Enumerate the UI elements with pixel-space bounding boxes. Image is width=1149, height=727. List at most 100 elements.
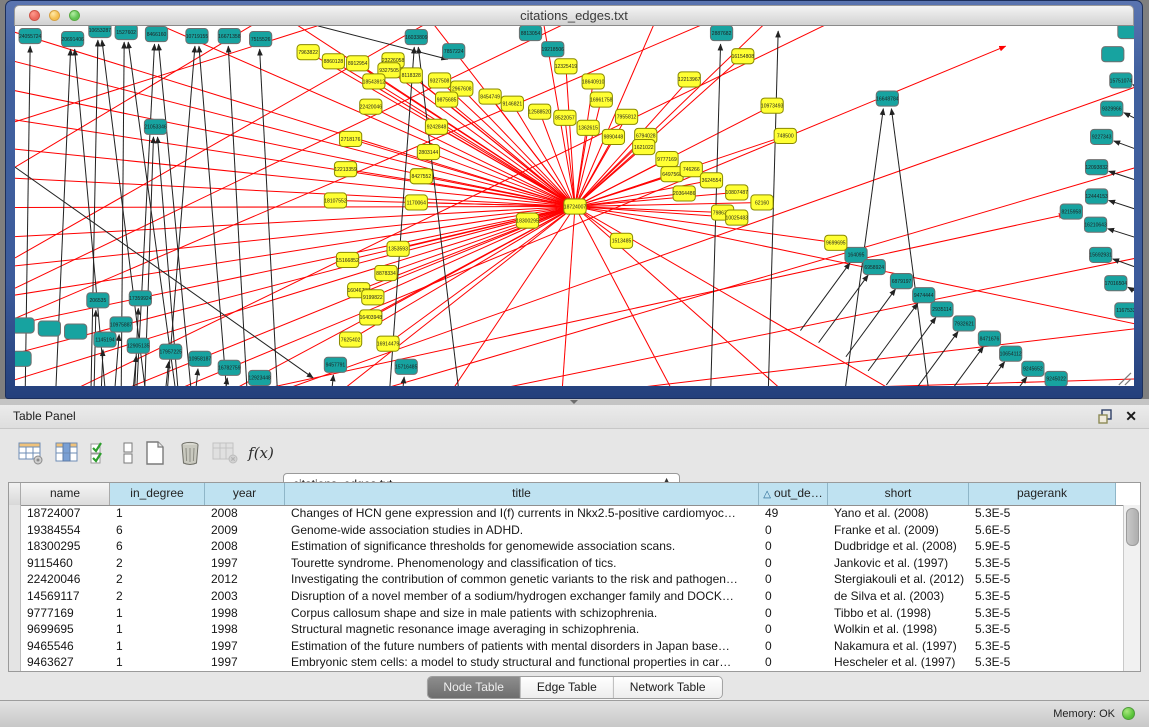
column-header-name[interactable]: name [21,483,110,505]
graph-node[interactable]: 8427552 [410,169,432,184]
graph-node[interactable]: 9227343 [1091,129,1113,144]
graph-node[interactable]: 9327508 [428,73,450,88]
graph-node[interactable]: 22420046 [360,99,383,114]
table-row[interactable]: 1456911722003Disruption of a novel membe… [9,588,1124,605]
graph-node[interactable]: 1167533 [1115,303,1134,318]
graph-node[interactable]: 20691406 [61,32,84,47]
graph-node[interactable]: 10973493 [761,98,784,113]
graph-node[interactable]: 2935114 [931,302,953,317]
graph-node[interactable]: 7932621 [953,316,975,331]
graph-node[interactable]: 1513485 [610,233,632,248]
select-columns-icon[interactable] [85,437,115,469]
network-window-titlebar[interactable]: citations_edges.txt [14,5,1134,26]
graph-node[interactable]: 10025483 [726,210,749,225]
graph-node[interactable]: 1621022 [633,139,655,154]
graph-node[interactable]: 9699695 [825,235,847,250]
graph-node[interactable]: 2718176 [339,131,361,146]
vertical-scrollbar[interactable] [1123,505,1140,671]
column-header-pagerank[interactable]: pagerank [969,483,1116,505]
scrollbar-thumb[interactable] [1126,508,1139,546]
graph-node[interactable]: 6879197 [890,274,912,289]
graph-node[interactable]: 16671358 [218,29,241,44]
graph-node[interactable]: 748500 [774,128,796,143]
splitter-handle-icon[interactable] [570,400,578,404]
tab-node-table[interactable]: Node Table [427,677,521,698]
graph-node[interactable]: 8454749 [479,89,501,104]
graph-node[interactable]: 8215958 [1060,204,1082,219]
table-row[interactable]: 2242004622012Investigating the contribut… [9,571,1124,588]
tab-network-table[interactable]: Network Table [614,677,722,698]
graph-node[interactable]: 16033809 [405,30,428,45]
table-row[interactable]: 1938455462009Genome-wide association stu… [9,522,1124,539]
graph-node[interactable]: 12588520 [528,104,551,119]
graph-node[interactable] [15,318,34,333]
graph-node[interactable]: 15692931 [1089,247,1112,262]
row-height-icon[interactable] [113,437,143,469]
citation-graph[interactable]: 2405572420691406106532871527602846616010… [15,26,1134,386]
graph-node[interactable] [1118,26,1134,39]
new-column-icon[interactable] [140,437,170,469]
column-header-short[interactable]: short [828,483,969,505]
graph-node[interactable]: 1362615 [577,120,599,135]
graph-node[interactable]: 10975887 [110,317,133,332]
graph-node[interactable]: 7515526 [250,32,272,47]
graph-node[interactable]: 12213967 [678,72,701,87]
graph-node[interactable]: 10653287 [89,26,112,38]
table-row[interactable]: 946554611997Estimation of the future num… [9,638,1124,655]
delete-column-icon[interactable] [175,437,205,469]
graph-node[interactable]: 8813054 [519,26,541,41]
function-builder-icon[interactable]: f(x) [246,437,276,469]
graph-node[interactable]: 9875685 [436,92,458,107]
graph-node[interactable]: 7625402 [339,332,361,347]
graph-node[interactable]: 17359924 [129,291,152,306]
graph-node[interactable]: 12213359 [334,162,357,177]
graph-node[interactable]: 9199822 [362,290,384,305]
table-row[interactable]: 946362711997Embryonic stem cells: a mode… [9,654,1124,671]
graph-node[interactable]: 8912954 [347,56,369,71]
graph-node[interactable]: 1170064 [405,195,427,210]
graph-node[interactable]: 15166852 [336,252,359,267]
graph-node[interactable]: 2887682 [710,26,732,41]
graph-node[interactable]: 8860128 [322,54,344,69]
graph-node[interactable]: 9146821 [501,96,523,111]
graph-node[interactable]: 10958187 [189,351,212,366]
table-row[interactable]: 977716911998Corpus callosum shape and si… [9,605,1124,622]
table-mode-icon[interactable] [16,437,46,469]
column-header-title[interactable]: title [285,483,759,505]
graph-node[interactable]: 12444153 [1085,189,1108,204]
graph-node[interactable]: 8471676 [978,331,1000,346]
graph-node[interactable]: 19218506 [542,42,565,57]
column-header-year[interactable]: year [205,483,285,505]
graph-node[interactable]: 15751074 [1110,73,1133,88]
graph-node[interactable] [15,351,31,366]
tab-edge-table[interactable]: Edge Table [521,677,614,698]
graph-node[interactable]: 2803144 [417,144,439,159]
graph-node[interactable]: 1145194 [94,332,116,347]
graph-node[interactable]: 24055724 [19,29,42,44]
graph-node[interactable]: 8878334 [375,265,397,280]
graph-node[interactable]: 9474444 [913,288,935,303]
graph-node[interactable]: 20364486 [673,186,696,201]
graph-node[interactable]: 8522057 [554,110,576,125]
show-columns-icon[interactable] [52,437,82,469]
graph-node[interactable]: 6958924 [863,259,885,274]
graph-node[interactable]: 12905135 [127,338,150,353]
graph-node[interactable]: 18107552 [324,193,347,208]
graph-node[interactable]: 8118328 [400,68,422,83]
graph-node[interactable]: 12325419 [555,59,578,74]
graph-node[interactable]: 16154808 [732,49,755,64]
graph-node[interactable]: 9457791 [324,357,346,372]
graph-node[interactable]: 7963822 [297,45,319,60]
graph-node[interactable]: 746266 [680,162,702,177]
graph-node[interactable]: 9329966 [1101,101,1123,116]
graph-node[interactable]: 9242848 [425,119,447,134]
graph-node[interactable]: 9890448 [602,129,624,144]
graph-node[interactable]: 1527602 [115,26,137,40]
graph-node[interactable] [65,324,87,339]
graph-node[interactable]: 18640910 [582,74,605,89]
graph-node[interactable]: 18543912 [363,74,386,89]
table-row[interactable]: 1830029562008Estimation of significance … [9,538,1124,555]
graph-node[interactable]: 10654112 [1000,346,1022,361]
graph-node[interactable]: 18300295 [516,213,539,228]
graph-node[interactable]: 15716485 [395,359,418,374]
